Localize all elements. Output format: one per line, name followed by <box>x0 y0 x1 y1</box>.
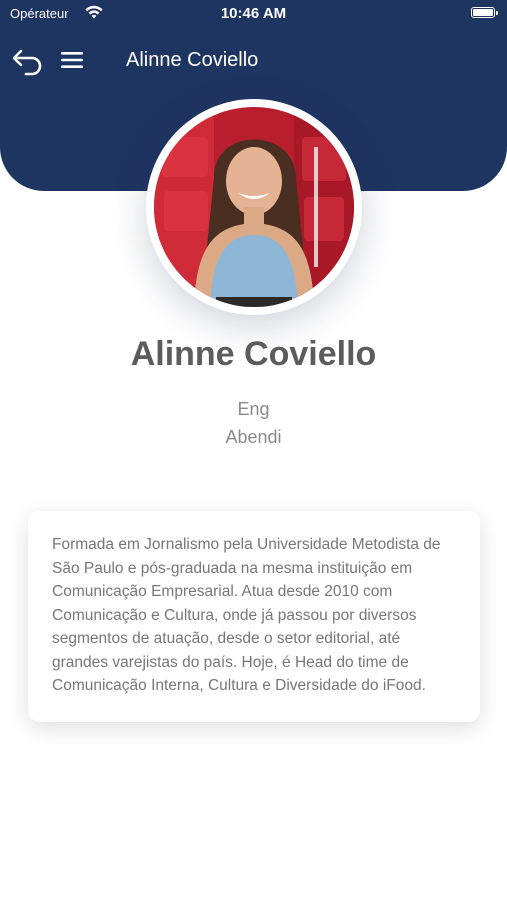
profile-company: Abendi <box>225 427 282 447</box>
hamburger-menu-icon <box>61 52 83 68</box>
battery-icon <box>471 7 498 18</box>
status-bar: Opérateur 10:46 AM <box>0 0 507 28</box>
bio-text: Formada em Jornalismo pela Universidade … <box>52 536 441 694</box>
bio-card: Formada em Jornalismo pela Universidade … <box>28 511 480 722</box>
status-time: 10:46 AM <box>220 5 287 22</box>
avatar-photo <box>154 107 354 307</box>
back-arrow-icon <box>12 49 42 76</box>
page-title: Alinne Coviello <box>126 49 259 71</box>
profile-name: Alinne Coviello <box>130 335 377 373</box>
avatar <box>146 99 362 315</box>
profile-role: Eng <box>237 399 270 419</box>
back-button[interactable] <box>10 43 46 79</box>
menu-button[interactable] <box>58 46 88 76</box>
